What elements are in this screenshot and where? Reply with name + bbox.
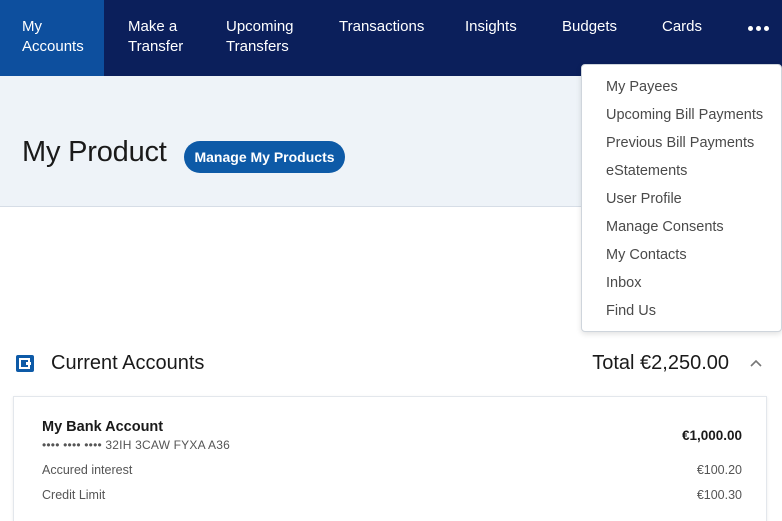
menu-item-estatements[interactable]: eStatements: [606, 163, 687, 179]
nav-label: Make a Transfer: [128, 18, 184, 55]
section-title: Current Accounts: [51, 352, 205, 374]
page-title: My Product: [22, 136, 167, 168]
detail-label: Credit Limit: [42, 488, 106, 502]
nav-my-accounts[interactable]: My Accounts: [0, 0, 104, 76]
nav-make-a-transfer[interactable]: Make a Transfer: [104, 0, 204, 76]
menu-item-previous-bill-payments[interactable]: Previous Bill Payments: [606, 135, 754, 151]
account-card[interactable]: [13, 396, 767, 521]
chevron-up-icon[interactable]: [750, 359, 762, 367]
menu-item-find-us[interactable]: Find Us: [606, 303, 656, 319]
nav-label: Cards: [662, 18, 703, 35]
wallet-icon: [16, 355, 34, 372]
more-menu-dropdown: My Payees Upcoming Bill Payments Previou…: [581, 64, 782, 332]
detail-value: €100.30: [696, 488, 742, 502]
manage-my-products-button[interactable]: Manage My Products: [184, 141, 345, 173]
nav-insights[interactable]: Insights: [446, 0, 542, 76]
menu-item-manage-consents[interactable]: Manage Consents: [606, 219, 724, 235]
nav-label: Insights: [465, 18, 517, 35]
nav-upcoming-transfers[interactable]: Upcoming Transfers: [204, 0, 316, 76]
nav-label: Budgets: [562, 18, 618, 35]
menu-item-my-payees[interactable]: My Payees: [606, 79, 678, 95]
detail-value: €100.20: [696, 463, 742, 477]
account-name[interactable]: My Bank Account: [42, 419, 163, 435]
detail-label: Accured interest: [42, 463, 133, 477]
section-total: Total €2,250.00: [592, 352, 729, 374]
nav-label: My Accounts: [22, 18, 84, 55]
menu-item-my-contacts[interactable]: My Contacts: [606, 247, 687, 263]
menu-item-upcoming-bill-payments[interactable]: Upcoming Bill Payments: [606, 107, 763, 123]
nav-label: Upcoming Transfers: [226, 18, 294, 55]
nav-label: Transactions: [339, 18, 425, 35]
more-horizontal-icon[interactable]: [748, 26, 769, 31]
menu-item-user-profile[interactable]: User Profile: [606, 191, 682, 207]
account-balance: €1,000.00: [681, 428, 742, 443]
account-number: •••• •••• •••• 32IH 3CAW FYXA A36: [42, 438, 230, 452]
menu-item-inbox[interactable]: Inbox: [606, 275, 641, 291]
nav-transactions[interactable]: Transactions: [316, 0, 446, 76]
